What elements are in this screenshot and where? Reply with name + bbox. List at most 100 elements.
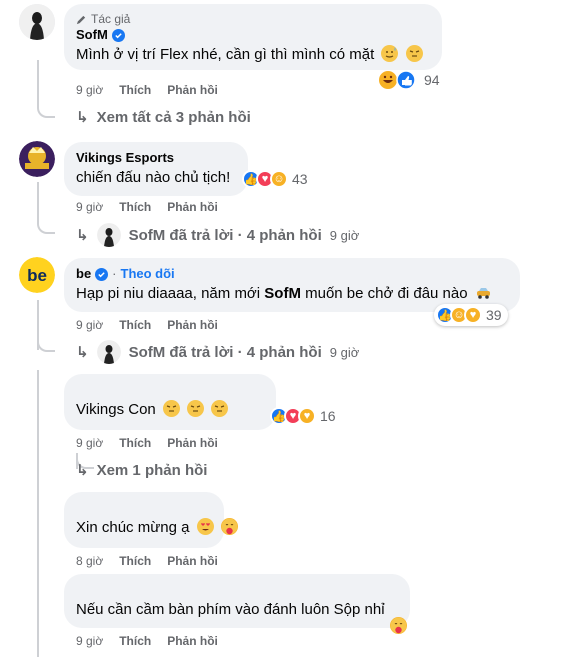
comment-author-hidden xyxy=(76,500,212,516)
comment-bubble: Vikings Esports chiến đấu nào chủ tịch! xyxy=(64,142,248,196)
comment-author[interactable]: Vikings Esports xyxy=(76,150,236,166)
car-emoji-icon xyxy=(475,284,492,301)
reply-summary-label[interactable]: SofM đã trả lời · 4 phản hồi xyxy=(129,344,322,361)
comment-text: Nếu cần cầm bàn phím vào đánh luôn Sộp n… xyxy=(76,600,398,620)
svg-text:be: be xyxy=(27,266,47,285)
smirk-emoji-icon xyxy=(211,400,229,417)
care-reaction-icon xyxy=(390,617,407,634)
reply-button[interactable]: Phản hồi xyxy=(167,199,218,215)
comment-time[interactable]: 9 giờ xyxy=(76,82,103,98)
view-replies-link[interactable]: ↳ Xem tất cả 3 phản hồi xyxy=(76,108,251,127)
haha-like-reaction-icon xyxy=(379,70,416,90)
comment-actions: 9 giờ Thích Phản hồi xyxy=(76,317,218,333)
reply-arrow-icon: ↳ xyxy=(76,462,89,479)
reaction-count: 16 xyxy=(320,408,336,424)
comment-actions: 9 giờ Thích Phản hồi xyxy=(76,82,218,98)
thread-line xyxy=(37,182,39,222)
comment-actions: 9 giờ Thích Phản hồi xyxy=(76,199,218,215)
view-replies-link[interactable]: ↳ SofM đã trả lời · 4 phản hồi 9 giờ xyxy=(76,340,359,364)
reaction-summary[interactable]: 👍 ♥ ♥ 16 xyxy=(268,405,342,427)
comment-author-hidden xyxy=(76,382,264,398)
reply-button[interactable]: Phản hồi xyxy=(167,435,218,451)
reply-button[interactable]: Phản hồi xyxy=(167,82,218,98)
comment-actions: 8 giờ Thích Phản hồi xyxy=(76,553,218,569)
like-button[interactable]: Thích xyxy=(119,317,151,333)
comment-text-content: Vikings Con xyxy=(76,401,156,418)
reaction-count: 94 xyxy=(424,72,440,88)
thread-curve xyxy=(37,334,55,352)
hug-emoji-icon xyxy=(220,518,238,535)
reaction-summary[interactable]: 👍 ☺ ♥ 39 xyxy=(434,304,508,326)
reply-summary-label[interactable]: SofM đã trả lời · 4 phản hồi xyxy=(129,227,322,244)
author-tag: Tác giả xyxy=(76,12,430,27)
reaction-count: 39 xyxy=(486,307,502,323)
reply-button[interactable]: Phản hồi xyxy=(167,317,218,333)
comment-bubble: Tác giả SofM Mình ở vị trí Flex nhé, cần… xyxy=(64,4,442,70)
reaction-summary[interactable] xyxy=(387,617,407,634)
comment-text-content: Hạp pi niu diaaaa, năm mới xyxy=(76,285,265,302)
comment-text-content: chiến đấu nào chủ tịch! xyxy=(76,169,231,186)
comment-text: chiến đấu nào chủ tịch! xyxy=(76,168,236,188)
comment-time[interactable]: 9 giờ xyxy=(76,633,103,649)
like-button[interactable]: Thích xyxy=(119,199,151,215)
care-reaction-icon: ♥ xyxy=(464,306,482,324)
avatar[interactable] xyxy=(19,4,55,40)
reaction-count: 43 xyxy=(292,171,308,187)
author-name[interactable]: be xyxy=(76,266,91,282)
thread-curve xyxy=(37,218,55,234)
comment-time[interactable]: 8 giờ xyxy=(76,553,103,569)
reply-avatar xyxy=(96,340,121,364)
like-button[interactable]: Thích xyxy=(119,633,151,649)
mention-link[interactable]: SofM xyxy=(264,285,301,302)
smirk-emoji-icon xyxy=(187,400,205,417)
follow-button[interactable]: Theo dõi xyxy=(121,266,175,282)
view-replies-label[interactable]: Xem 1 phản hồi xyxy=(97,462,208,479)
comment-text: Hạp pi niu diaaaa, năm mới SofM muốn be … xyxy=(76,284,508,304)
reply-avatar xyxy=(96,223,121,247)
reply-time: 9 giờ xyxy=(329,344,360,360)
author-tag-label: Tác giả xyxy=(91,12,131,26)
avatar[interactable] xyxy=(19,141,55,177)
sweat-smile-emoji-icon xyxy=(381,45,399,62)
comment-time[interactable]: 9 giờ xyxy=(76,317,103,333)
verified-icon xyxy=(111,28,125,42)
comment-author-hidden xyxy=(76,582,398,598)
smirk-emoji-icon xyxy=(405,45,423,62)
comment-actions: 9 giờ Thích Phản hồi xyxy=(76,633,218,649)
view-replies-label[interactable]: Xem tất cả 3 phản hồi xyxy=(97,109,251,126)
comment-author[interactable]: SofM xyxy=(76,27,430,43)
thread-line xyxy=(37,60,39,100)
reply-arrow-icon: ↳ xyxy=(76,109,89,126)
view-replies-link[interactable]: ↳ SofM đã trả lời · 4 phản hồi 9 giờ xyxy=(76,223,359,247)
care-reaction-icon: ♥ xyxy=(298,407,316,425)
like-button[interactable]: Thích xyxy=(119,553,151,569)
heart-eyes-emoji-icon xyxy=(196,518,214,535)
reaction-summary[interactable]: 94 xyxy=(378,70,440,90)
comment-text-content: Mình ở vị trí Flex nhé, cần gì thì mình … xyxy=(76,46,375,63)
comment-text: Vikings Con xyxy=(76,400,264,420)
like-button[interactable]: Thích xyxy=(119,82,151,98)
comment-text: Xin chúc mừng ạ xyxy=(76,518,238,538)
haha-reaction-icon: ☺ xyxy=(270,170,288,188)
avatar[interactable]: be xyxy=(19,257,55,293)
smirk-emoji-icon xyxy=(162,400,180,417)
reply-button[interactable]: Phản hồi xyxy=(167,633,218,649)
author-name[interactable]: SofM xyxy=(76,27,108,43)
comment-text-content: Nếu cần cầm bàn phím vào đánh luôn Sộp n… xyxy=(76,601,385,618)
author-name[interactable]: Vikings Esports xyxy=(76,150,174,166)
comment-bubble: Xin chúc mừng ạ xyxy=(64,492,238,548)
comment-text-content: muốn be chở đi đâu nào xyxy=(300,285,468,302)
reply-button[interactable]: Phản hồi xyxy=(167,553,218,569)
comment-time[interactable]: 9 giờ xyxy=(76,199,103,215)
comment-text-content: Xin chúc mừng ạ xyxy=(76,519,190,536)
pen-icon xyxy=(76,15,86,25)
comment-text: Mình ở vị trí Flex nhé, cần gì thì mình … xyxy=(76,45,430,65)
like-button[interactable]: Thích xyxy=(119,435,151,451)
reply-arrow-icon: ↳ xyxy=(76,344,89,361)
reaction-summary[interactable]: 👍 ♥ ☺ 43 xyxy=(240,168,314,190)
comment-time[interactable]: 9 giờ xyxy=(76,435,103,451)
comment-author[interactable]: be · Theo dõi xyxy=(76,266,508,282)
comment-bubble: Nếu cần cầm bàn phím vào đánh luôn Sộp n… xyxy=(64,574,410,628)
reply-arrow-icon: ↳ xyxy=(76,227,89,244)
view-replies-link[interactable]: ↳ Xem 1 phản hồi xyxy=(76,461,208,480)
